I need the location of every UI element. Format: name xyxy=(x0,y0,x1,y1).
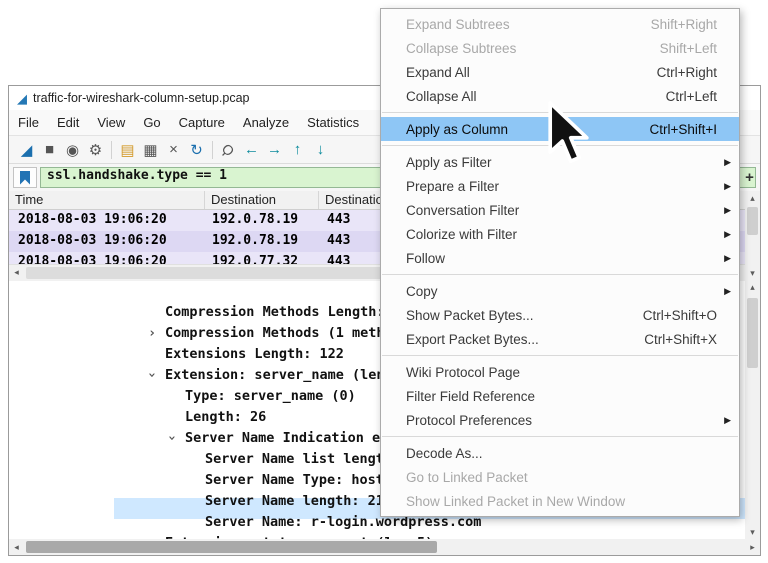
menu-item-collapse-subtrees: Collapse Subtrees Shift+Left xyxy=(381,36,739,60)
menu-file[interactable]: File xyxy=(9,111,48,134)
mouse-cursor xyxy=(547,100,593,171)
details-vscrollbar[interactable]: ▴ ▾ xyxy=(745,280,760,539)
scroll-down-icon[interactable]: ▾ xyxy=(745,525,760,539)
vscroll-thumb[interactable] xyxy=(747,298,758,368)
menu-view[interactable]: View xyxy=(88,111,134,134)
scroll-left-icon[interactable]: ◂ xyxy=(9,265,24,281)
menu-item-export-packet-bytes[interactable]: Export Packet Bytes... Ctrl+Shift+X xyxy=(381,327,739,351)
wireshark-app-icon: ◢ xyxy=(17,92,27,105)
open-file-icon[interactable]: ▤ xyxy=(116,139,139,160)
menu-item-conversation-filter[interactable]: Conversation Filter xyxy=(381,198,739,222)
scroll-up-icon[interactable]: ▴ xyxy=(745,191,760,205)
menu-item-protocol-preferences[interactable]: Protocol Preferences xyxy=(381,408,739,432)
screen: ◢ traffic-for-wireshark-column-setup.pca… xyxy=(0,0,768,563)
reload-file-icon[interactable]: ↻ xyxy=(185,139,208,160)
menu-item-decode-as[interactable]: Decode As... xyxy=(381,441,739,465)
menu-separator xyxy=(382,355,738,356)
menu-separator xyxy=(382,436,738,437)
scroll-left-icon[interactable]: ◂ xyxy=(9,539,24,555)
capture-restart-icon[interactable]: ◉ xyxy=(61,139,84,160)
capture-start-fin-icon[interactable]: ◢ xyxy=(15,139,38,160)
context-menu: Expand Subtrees Shift+Right Collapse Sub… xyxy=(380,8,740,517)
packet-list-vscrollbar[interactable]: ▴ ▾ xyxy=(745,191,760,280)
save-file-icon[interactable]: ▦ xyxy=(139,139,162,160)
menu-item-wiki-protocol-page[interactable]: Wiki Protocol Page xyxy=(381,360,739,384)
expander-expanded-icon[interactable] xyxy=(148,367,165,383)
menu-item-colorize-with-filter[interactable]: Colorize with Filter xyxy=(381,222,739,246)
details-hscrollbar[interactable]: ◂ ▸ xyxy=(9,539,760,555)
submenu-arrow-icon xyxy=(719,286,731,297)
menu-go[interactable]: Go xyxy=(134,111,169,134)
submenu-arrow-icon xyxy=(719,205,731,216)
menu-item-expand-all[interactable]: Expand All Ctrl+Right xyxy=(381,60,739,84)
scroll-up-icon[interactable]: ▴ xyxy=(745,280,760,294)
close-file-icon[interactable]: × xyxy=(162,139,185,160)
menu-item-expand-subtrees: Expand Subtrees Shift+Right xyxy=(381,12,739,36)
hscroll-thumb[interactable] xyxy=(26,541,437,553)
vscroll-thumb[interactable] xyxy=(747,207,758,235)
column-header-destination[interactable]: Destination xyxy=(205,191,319,209)
menu-item-copy[interactable]: Copy xyxy=(381,279,739,303)
submenu-arrow-icon xyxy=(719,415,731,426)
menu-item-prepare-a-filter[interactable]: Prepare a Filter xyxy=(381,174,739,198)
menu-statistics[interactable]: Statistics xyxy=(298,111,368,134)
column-header-time[interactable]: Time xyxy=(9,191,205,209)
submenu-arrow-icon xyxy=(719,253,731,264)
menu-item-show-linked-packet-in-new-window: Show Linked Packet in New Window xyxy=(381,489,739,513)
toolbar-separator xyxy=(111,141,112,159)
capture-stop-icon[interactable]: ■ xyxy=(38,139,61,160)
submenu-arrow-icon xyxy=(719,157,731,168)
submenu-arrow-icon xyxy=(719,181,731,192)
go-forward-icon[interactable]: → xyxy=(263,139,286,160)
filter-bookmark-button[interactable] xyxy=(13,167,37,188)
menu-item-filter-field-reference[interactable]: Filter Field Reference xyxy=(381,384,739,408)
scroll-down-icon[interactable]: ▾ xyxy=(745,266,760,280)
menu-analyze[interactable]: Analyze xyxy=(234,111,298,134)
go-top-icon[interactable]: ↑ xyxy=(286,139,309,160)
window-title: traffic-for-wireshark-column-setup.pcap xyxy=(33,91,250,105)
menu-item-go-to-linked-packet: Go to Linked Packet xyxy=(381,465,739,489)
submenu-arrow-icon xyxy=(719,229,731,240)
go-bottom-icon[interactable]: ↓ xyxy=(309,139,332,160)
menu-capture[interactable]: Capture xyxy=(170,111,234,134)
expander-expanded-icon[interactable] xyxy=(168,430,185,446)
bookmark-icon xyxy=(20,171,30,185)
expander-collapsed-icon[interactable] xyxy=(148,325,165,341)
menu-separator xyxy=(382,274,738,275)
capture-options-gear-icon[interactable]: ⚙ xyxy=(84,139,107,160)
scroll-right-icon[interactable]: ▸ xyxy=(745,539,760,555)
menu-item-show-packet-bytes[interactable]: Show Packet Bytes... Ctrl+Shift+O xyxy=(381,303,739,327)
menu-item-follow[interactable]: Follow xyxy=(381,246,739,270)
add-filter-button[interactable]: + xyxy=(742,168,757,187)
menu-edit[interactable]: Edit xyxy=(48,111,88,134)
